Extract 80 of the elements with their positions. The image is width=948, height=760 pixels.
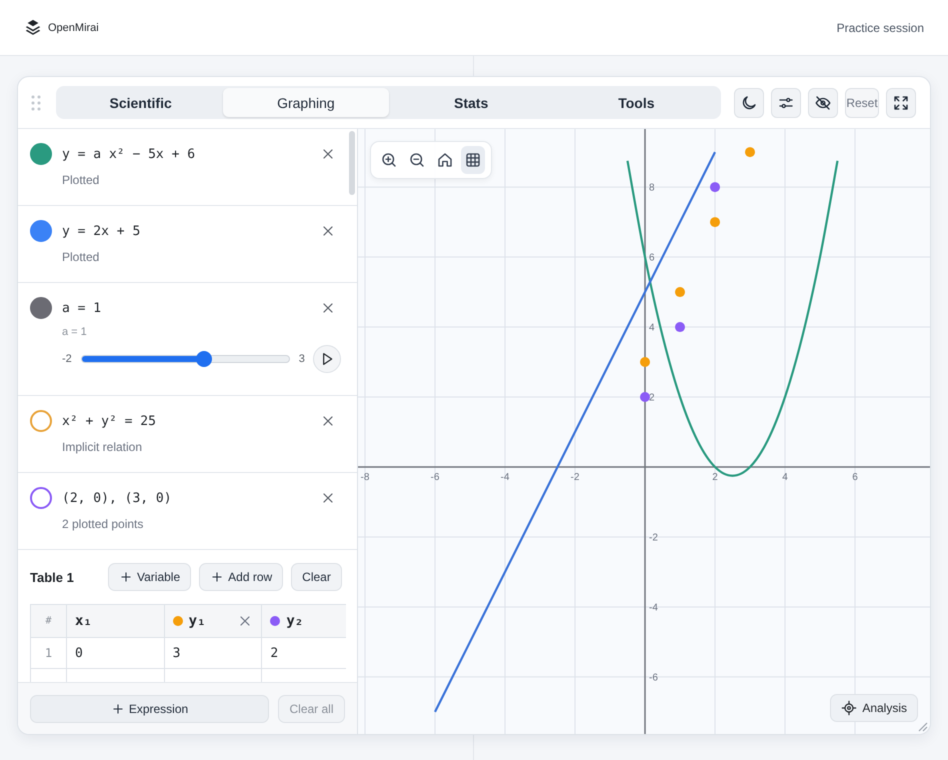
grid-toggle-button[interactable] — [461, 146, 485, 174]
grid-icon — [464, 151, 482, 169]
tick-label: -6 — [649, 672, 658, 684]
home-icon — [436, 151, 454, 169]
expression-note: Plotted — [62, 250, 100, 264]
scrollbar[interactable] — [349, 131, 355, 195]
tick-label: 4 — [649, 322, 655, 334]
zoom-out-icon — [408, 151, 426, 169]
zoom-in-icon — [380, 151, 398, 169]
moon-icon — [740, 94, 758, 112]
tick-label: 6 — [649, 252, 655, 264]
slider-thumb[interactable] — [196, 351, 212, 367]
expression-row[interactable]: x² + y² = 25 Implicit relation — [18, 396, 357, 473]
add-button[interactable]: Variable — [108, 563, 192, 591]
tick-label: 8 — [649, 182, 655, 194]
table-cell[interactable]: 0 — [66, 638, 164, 668]
tick-label: -6 — [430, 472, 440, 483]
column-label: y₂ — [286, 612, 304, 629]
color-swatch[interactable] — [30, 410, 52, 432]
color-swatch[interactable] — [30, 487, 52, 509]
table-title: Table 1 — [30, 570, 75, 584]
expression-note: 2 plotted points — [62, 517, 144, 531]
formula-text[interactable]: x² + y² = 25 — [62, 414, 318, 428]
plus-icon — [110, 702, 125, 716]
column-label: y₁ — [188, 612, 206, 629]
drag-handle-icon[interactable] — [31, 94, 41, 110]
settings-button[interactable] — [771, 88, 801, 118]
color-swatch[interactable] — [30, 297, 52, 319]
graph-area[interactable]: -8 -6 -4 -2 2 4 6 -6 -4 -2 2 4 6 8 Analysis — [358, 129, 930, 734]
expression-row[interactable]: (2, 0), (3, 0) 2 plotted points — [18, 473, 357, 550]
mode-tab[interactable]: Tools — [554, 88, 719, 117]
plus-icon — [119, 570, 133, 584]
formula-text[interactable]: (2, 0), (3, 0) — [62, 490, 318, 506]
expression-row[interactable]: a = 1 a = 1 -2 3 — [18, 283, 357, 396]
formula-text[interactable]: a = 1 — [62, 300, 318, 316]
add-button[interactable]: Add row — [199, 563, 284, 591]
tick-label: 2 — [712, 472, 718, 483]
table-cell[interactable]: 3 — [164, 638, 262, 668]
tick-label: -8 — [360, 472, 370, 483]
expression-note: Plotted — [62, 173, 100, 187]
hide-button[interactable] — [808, 88, 838, 118]
mode-tab[interactable]: Scientific — [58, 88, 224, 117]
column-label: # — [45, 615, 52, 626]
crosshair-icon — [841, 700, 858, 716]
column-header[interactable]: y₂ — [262, 604, 346, 638]
stack-logo-icon — [24, 18, 42, 36]
color-swatch[interactable] — [30, 220, 52, 242]
tick-label: 4 — [782, 472, 788, 483]
resize-handle-icon[interactable] — [918, 722, 928, 732]
plus-icon — [210, 570, 224, 584]
expand-icon — [892, 94, 910, 112]
column-header[interactable]: y₁ — [164, 604, 262, 638]
brand-name[interactable]: OpenMirai — [48, 22, 99, 34]
eye-slash-icon — [814, 94, 832, 112]
column-label: x₁ — [75, 612, 92, 629]
slider-min: -2 — [62, 353, 72, 365]
slider-max: 3 — [298, 353, 305, 365]
tick-label: -4 — [649, 602, 658, 614]
mode-tab[interactable]: Stats — [388, 88, 554, 117]
column-header[interactable]: x₁ — [66, 604, 164, 638]
clear-button[interactable]: Clear — [291, 563, 342, 591]
tick-label: 2 — [649, 392, 655, 404]
row-number: 1 — [30, 638, 66, 668]
tick-label: -2 — [649, 532, 658, 544]
fullscreen-button[interactable] — [886, 88, 916, 118]
expression-note: a = 1 — [62, 326, 88, 338]
tick-label: 6 — [852, 472, 858, 483]
expression-row[interactable]: y = 2x + 5 Plotted — [18, 206, 357, 283]
formula-text[interactable]: y = 2x + 5 — [62, 224, 318, 238]
add-expression-button[interactable]: Expression — [30, 694, 269, 722]
theme-toggle-button[interactable] — [734, 88, 764, 118]
play-button[interactable] — [312, 345, 341, 373]
tick-label: -4 — [500, 472, 510, 483]
session-label: Practice session — [836, 20, 924, 34]
expression-note: Implicit relation — [62, 440, 144, 454]
tick-label: -2 — [570, 472, 580, 483]
mode-tab[interactable]: Graphing — [223, 88, 388, 117]
color-swatch[interactable] — [30, 143, 52, 165]
analysis-button[interactable]: Analysis — [830, 694, 918, 722]
formula-text[interactable]: y = a x² − 5x + 6 — [62, 146, 318, 162]
